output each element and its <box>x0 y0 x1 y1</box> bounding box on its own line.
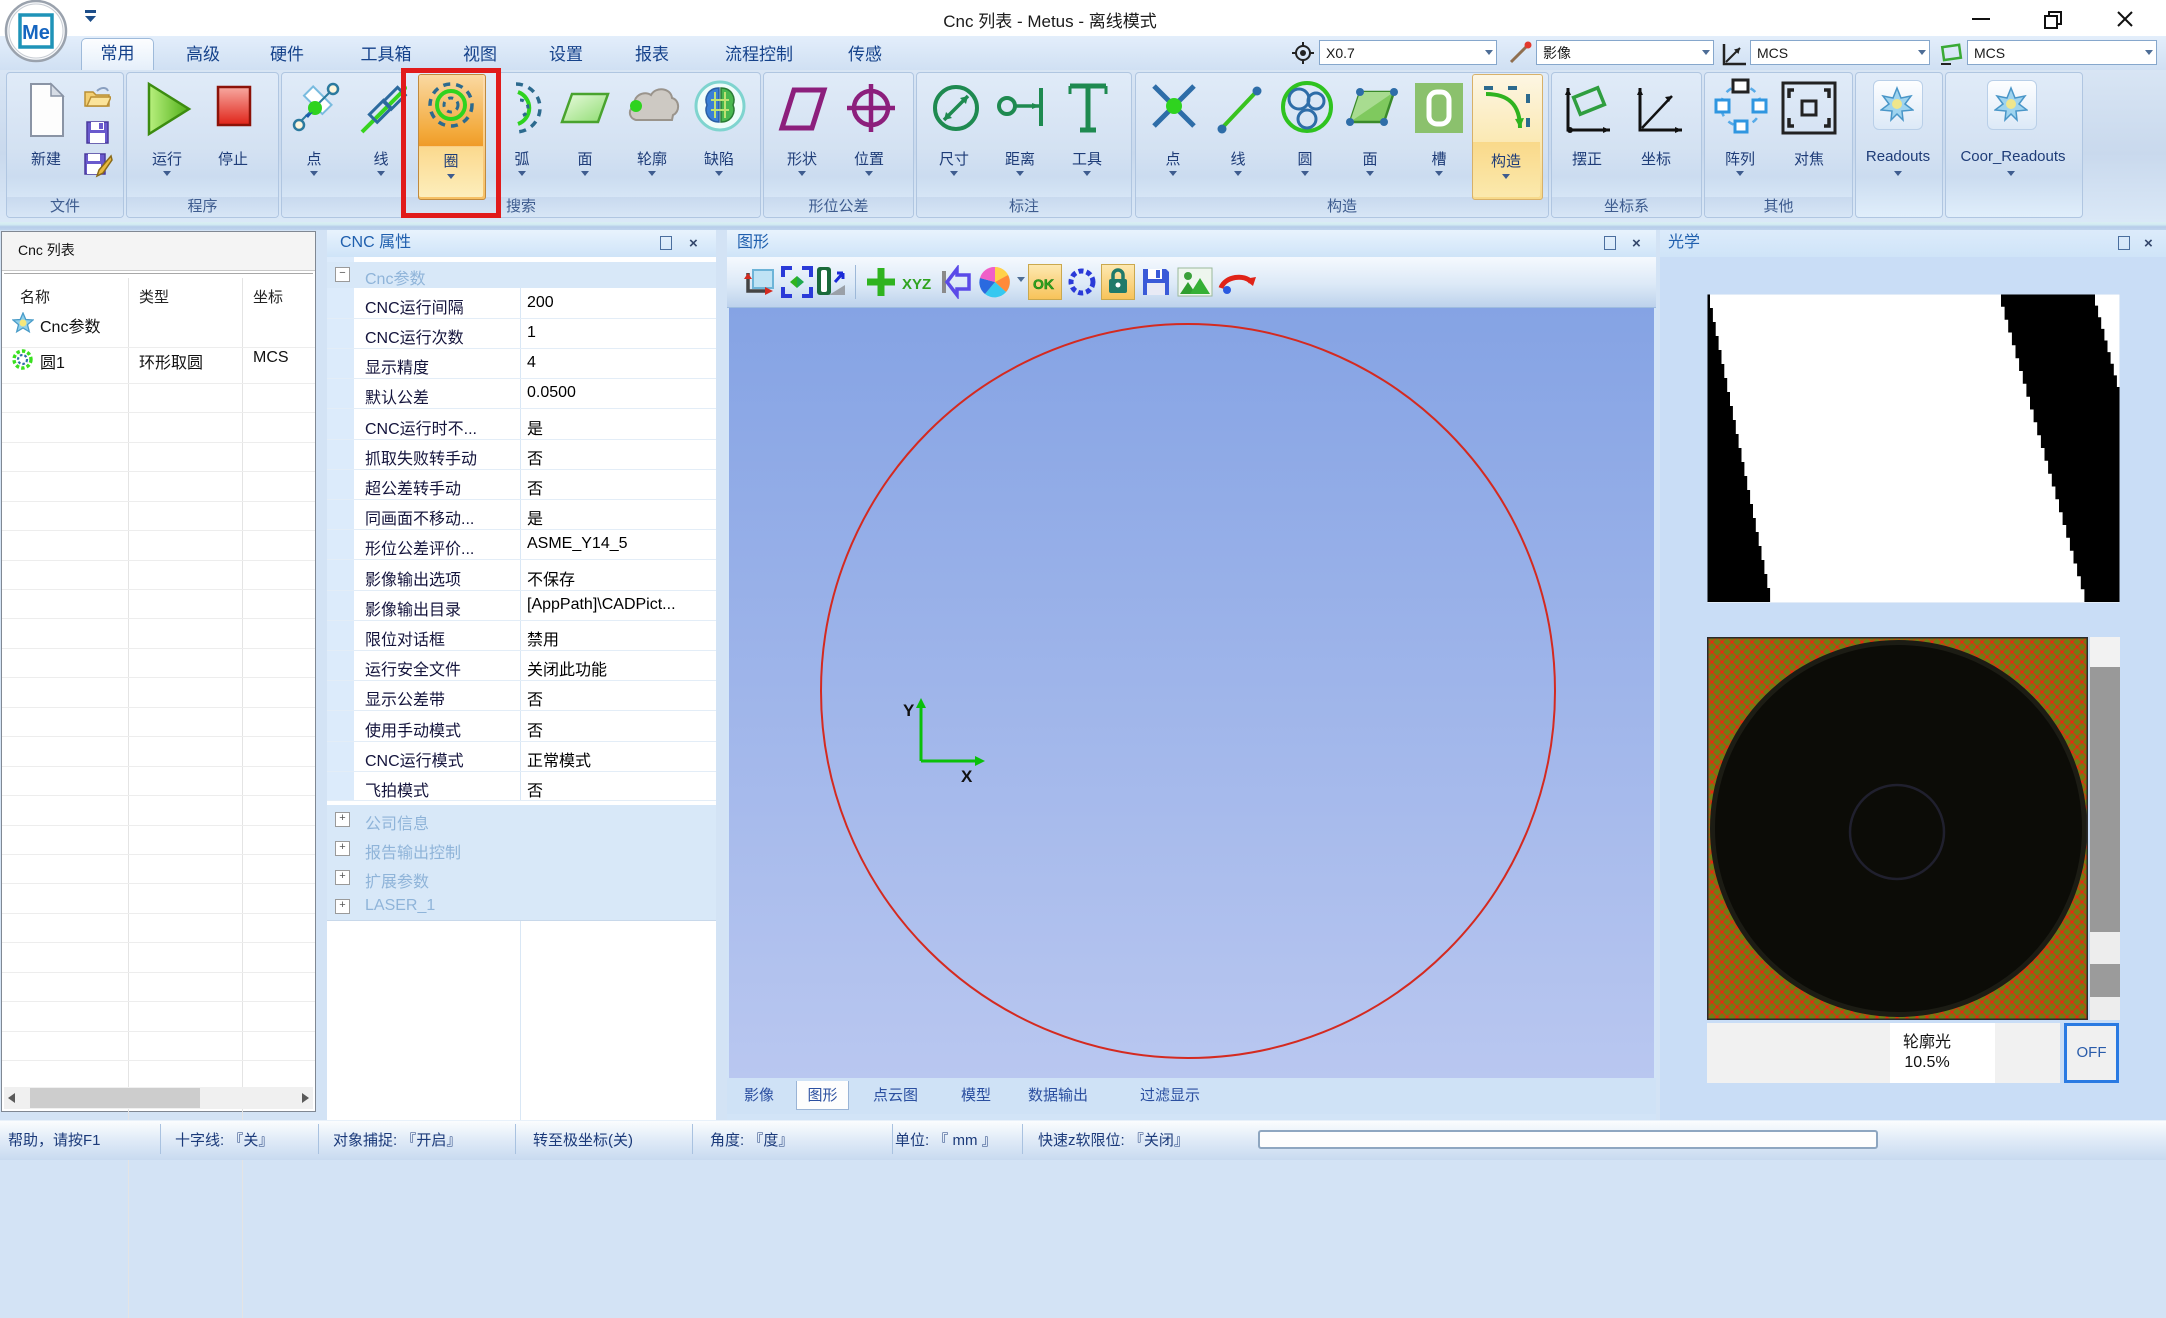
svg-text:XYZ: XYZ <box>902 276 931 293</box>
svg-text:OK: OK <box>1033 276 1054 292</box>
svg-text:X: X <box>961 767 973 786</box>
svg-text:Me: Me <box>22 22 50 44</box>
svg-text:Y: Y <box>903 701 915 720</box>
